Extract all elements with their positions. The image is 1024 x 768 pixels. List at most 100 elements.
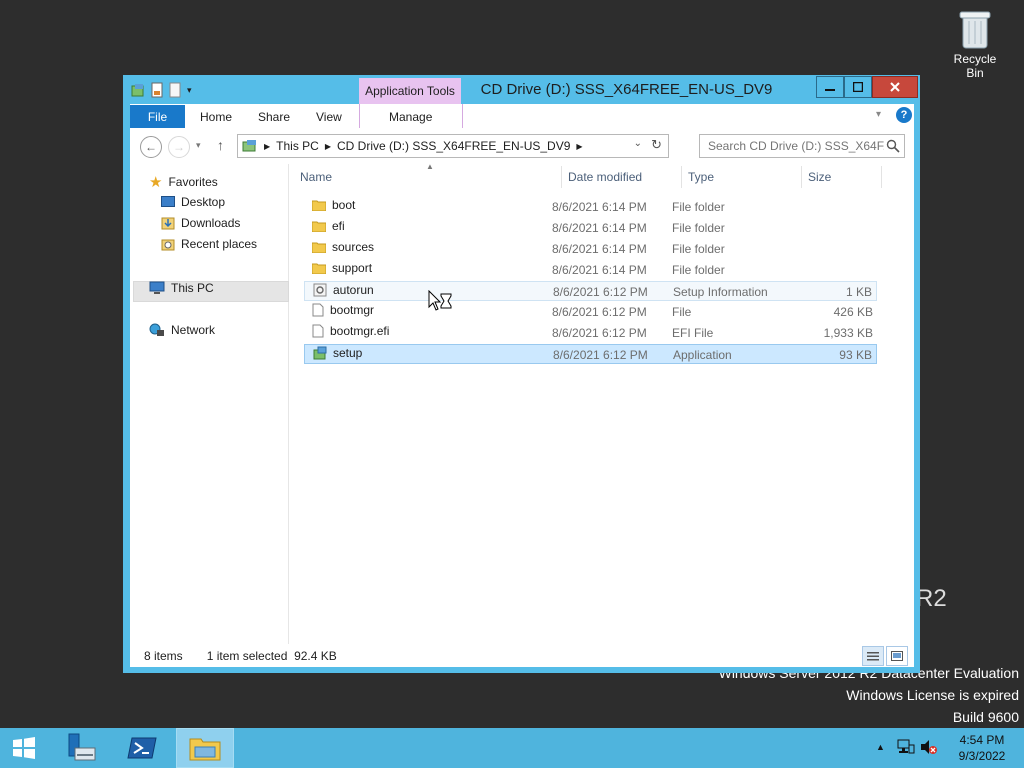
clock[interactable]: 4:54 PM 9/3/2022: [954, 732, 1010, 764]
breadcrumb-separator-icon[interactable]: ▶: [264, 142, 270, 151]
nav-this-pc-label: This PC: [171, 281, 214, 295]
tab-file[interactable]: File: [130, 105, 185, 128]
nav-network[interactable]: Network: [149, 323, 215, 337]
maximize-icon: [853, 82, 863, 92]
title-bar[interactable]: ▾ Application Tools CD Drive (D:) SSS_X6…: [123, 75, 920, 104]
file-date: 8/6/2021 6:14 PM: [552, 242, 647, 256]
clock-time: 4:54 PM: [959, 733, 1005, 747]
network-icon: [149, 323, 164, 336]
file-row-selected[interactable]: setup 8/6/2021 6:12 PM Application 93 KB: [304, 344, 877, 364]
file-type: Setup Information: [673, 285, 768, 299]
minimize-button[interactable]: [816, 76, 844, 98]
column-header-type[interactable]: Type: [682, 166, 802, 188]
view-switcher: [862, 646, 908, 666]
nav-desktop[interactable]: Desktop: [161, 195, 225, 209]
busy-cursor-icon: [428, 289, 454, 315]
maximize-button[interactable]: [844, 76, 872, 98]
breadcrumb-cd-drive[interactable]: CD Drive (D:) SSS_X64FREE_EN-US_DV9: [337, 139, 570, 153]
refresh-icon[interactable]: ↻: [651, 137, 662, 153]
folder-icon: [312, 242, 326, 253]
recent-locations-chevron-icon[interactable]: ▾: [196, 140, 201, 151]
column-header-name[interactable]: Name: [294, 166, 562, 188]
nav-recent-places[interactable]: Recent places: [161, 237, 257, 251]
address-bar[interactable]: ▶ This PC ▶ CD Drive (D:) SSS_X64FREE_EN…: [237, 134, 669, 158]
watermark-license: Windows License is expired: [846, 687, 1019, 703]
file-row[interactable]: efi 8/6/2021 6:14 PM File folder: [304, 218, 877, 238]
server-manager-icon: [68, 733, 96, 761]
network-tray-icon[interactable]: [897, 739, 915, 758]
details-view-button[interactable]: [862, 646, 884, 666]
tab-share[interactable]: Share: [258, 105, 290, 128]
start-button[interactable]: [2, 728, 46, 768]
volume-muted-icon[interactable]: [920, 739, 938, 758]
file-row[interactable]: autorun 8/6/2021 6:12 PM Setup Informati…: [304, 281, 877, 301]
minimize-icon: [825, 89, 835, 91]
search-box[interactable]: [699, 134, 905, 158]
file-type: EFI File: [672, 326, 714, 340]
file-date: 8/6/2021 6:14 PM: [552, 200, 647, 214]
large-icons-view-button[interactable]: [886, 646, 908, 666]
close-button[interactable]: [872, 76, 918, 98]
recycle-bin[interactable]: Recycle Bin: [944, 6, 1006, 80]
file-name: sources: [332, 240, 375, 254]
file-row[interactable]: bootmgr.efi 8/6/2021 6:12 PM EFI File 1,…: [304, 323, 877, 343]
server-manager-button[interactable]: [58, 728, 102, 768]
file-name: support: [332, 261, 373, 275]
file-explorer-button[interactable]: [176, 728, 234, 768]
file-type: File: [672, 305, 692, 319]
file-date: 8/6/2021 6:12 PM: [553, 285, 648, 299]
breadcrumb-separator-icon[interactable]: ▶: [576, 142, 582, 151]
setup-app-icon: [313, 346, 327, 360]
file-list: ▲ Name Date modified Type Size boot 8/6/…: [289, 162, 914, 644]
address-dropdown-icon[interactable]: ⌄: [634, 138, 642, 149]
back-button[interactable]: ←: [140, 136, 162, 158]
nav-desktop-label: Desktop: [181, 195, 226, 209]
forward-button[interactable]: →: [168, 136, 190, 158]
recycle-bin-icon: [957, 6, 993, 50]
recycle-bin-label: Recycle Bin: [953, 52, 997, 80]
search-input[interactable]: [700, 138, 886, 154]
file-row[interactable]: support 8/6/2021 6:14 PM File folder: [304, 260, 877, 280]
watermark-build: Build 9600: [952, 709, 1019, 725]
folder-icon: [312, 221, 326, 232]
status-item-count: 8 items: [144, 648, 183, 663]
powershell-button[interactable]: [120, 728, 164, 768]
tab-view[interactable]: View: [316, 105, 342, 128]
file-icon: [312, 303, 324, 317]
large-icons-view-icon: [891, 651, 903, 661]
nav-favorites[interactable]: ★ Favorites: [149, 173, 218, 191]
column-header-date[interactable]: Date modified: [562, 166, 682, 188]
breadcrumb-this-pc[interactable]: This PC: [276, 139, 319, 153]
column-header-size[interactable]: Size: [802, 166, 882, 188]
up-arrow-icon: ↑: [217, 137, 224, 153]
file-date: 8/6/2021 6:12 PM: [552, 305, 647, 319]
file-row[interactable]: bootmgr 8/6/2021 6:12 PM File 426 KB: [304, 302, 877, 322]
help-icon[interactable]: ?: [896, 107, 912, 123]
breadcrumb-separator-icon[interactable]: ▶: [325, 142, 331, 151]
file-date: 8/6/2021 6:14 PM: [552, 221, 647, 235]
file-type: File folder: [672, 242, 725, 256]
up-button[interactable]: ↑: [217, 137, 224, 153]
star-icon: ★: [149, 174, 163, 191]
nav-network-label: Network: [171, 323, 216, 337]
file-row[interactable]: sources 8/6/2021 6:14 PM File folder: [304, 239, 877, 259]
nav-downloads[interactable]: Downloads: [161, 216, 240, 230]
show-hidden-icons-button[interactable]: ▲: [876, 742, 885, 752]
tab-home[interactable]: Home: [200, 105, 232, 128]
status-bar: 8 items 1 item selected 92.4 KB: [130, 644, 914, 667]
nav-recent-places-label: Recent places: [181, 237, 258, 251]
file-name: setup: [333, 346, 363, 360]
nav-this-pc[interactable]: This PC: [149, 281, 214, 295]
file-size: 1,933 KB: [823, 326, 873, 340]
windows-logo-icon: [13, 737, 35, 759]
file-name: bootmgr.efi: [330, 324, 390, 338]
search-icon[interactable]: [886, 139, 900, 153]
file-name: autorun: [333, 283, 374, 297]
tab-manage[interactable]: Manage: [389, 105, 432, 128]
ribbon-expand-icon[interactable]: ▾: [876, 109, 881, 120]
file-explorer-icon: [189, 738, 221, 761]
taskbar: ▲ 4:54 PM 9/3/2022: [0, 728, 1024, 768]
file-row[interactable]: boot 8/6/2021 6:14 PM File folder: [304, 197, 877, 217]
file-date: 8/6/2021 6:12 PM: [552, 326, 647, 340]
downloads-icon: [161, 217, 175, 230]
